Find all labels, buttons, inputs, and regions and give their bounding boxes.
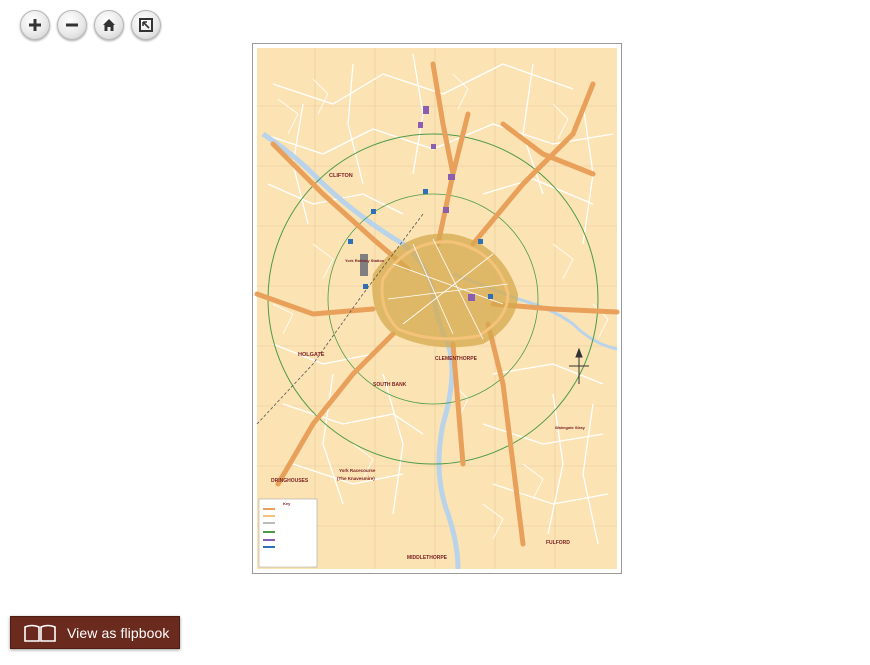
fullscreen-button[interactable] [131, 10, 161, 40]
label-racecourse-sub: (The Knavesmire) [337, 476, 375, 481]
minus-icon [66, 23, 78, 27]
fullscreen-icon [139, 18, 153, 32]
label-racecourse: York Racecourse [339, 468, 376, 473]
zoom-out-button[interactable] [57, 10, 87, 40]
label-dringhouses: DRINGHOUSES [271, 478, 309, 484]
label-south-bank: SOUTH BANK [373, 382, 407, 388]
view-as-flipbook-button[interactable]: View as flipbook [10, 616, 180, 649]
map-page[interactable]: CLIFTON HOLGATE SOUTH BANK CLEMENTHORPE … [252, 43, 622, 574]
plus-icon [29, 19, 41, 31]
flipbook-label: View as flipbook [67, 624, 170, 641]
label-holgate: HOLGATE [298, 352, 325, 358]
york-city-map: CLIFTON HOLGATE SOUTH BANK CLEMENTHORPE … [253, 44, 621, 573]
label-walmgate-stray: Walmgate Stray [555, 425, 586, 430]
label-clementhorpe: CLEMENTHORPE [435, 356, 478, 362]
open-book-icon [24, 624, 56, 642]
zoom-in-button[interactable] [20, 10, 50, 40]
label-clifton: CLIFTON [329, 173, 353, 179]
label-key: Key [283, 501, 291, 506]
home-icon [103, 19, 115, 31]
label-fulford: FULFORD [546, 540, 570, 546]
label-middlethorpe: MIDDLETHORPE [407, 555, 448, 561]
home-button[interactable] [94, 10, 124, 40]
label-station: York Railway Station [345, 258, 385, 263]
map-zoom-controls [20, 10, 161, 40]
